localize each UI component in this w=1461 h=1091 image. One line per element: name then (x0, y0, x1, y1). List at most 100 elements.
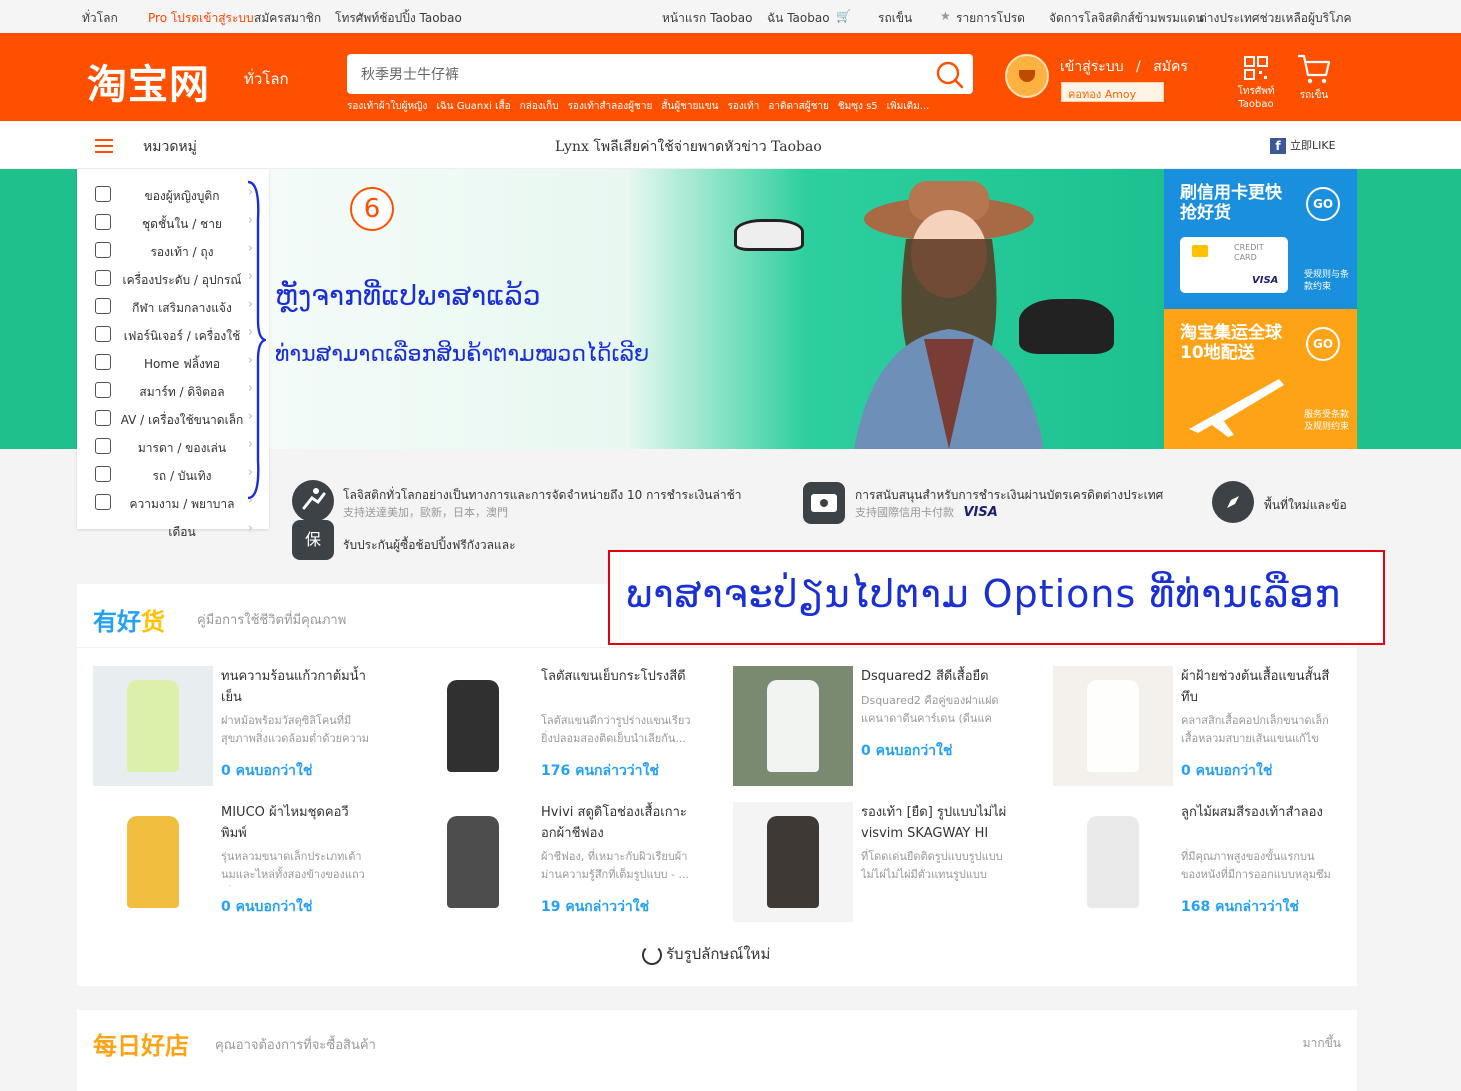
goods-item-title[interactable]: MIUCO ผ้าไหมชุดคอวีพิมพ์ (221, 802, 371, 844)
visa-logo: VISA (1252, 275, 1279, 286)
goods-item[interactable]: Dsquared2 สีดีเสื้อยืด Dsquared2 คือคู่ขอ… (717, 666, 1017, 796)
taobao-shipping-promo[interactable]: 淘宝集运全球10地配送 GO 服务受条款及规则约束 (1164, 309, 1357, 449)
goods-item-title[interactable]: Hvivi สดูดิโอช่องเสื้อเกาะอกผ้าชีฟอง (541, 802, 691, 844)
sidebar-category-label: กีฬา เสริมกลางแจ้ง (132, 301, 232, 315)
sidebar-category-item[interactable]: สมาร์ท / ดิจิตอล › (77, 377, 269, 405)
sidebar-category-item[interactable]: เครื่องประดับ / อุปกรณ์ › (77, 265, 269, 293)
mobile-taobao-link[interactable]: โทรศัพท์ช้อปปิ้ง Taobao (335, 9, 462, 28)
cart-button[interactable]: รถเข็น (1292, 53, 1336, 103)
hot-keyword-link[interactable]: เฉิน Guanxi เสื้อ (436, 101, 510, 112)
taobao-logo[interactable]: 淘宝网 (87, 52, 210, 110)
hot-keyword-link[interactable]: รองเท้า (728, 101, 760, 112)
goods-item-title[interactable]: ผ้าฝ้ายช่วงต้นเสื้อแขนสั้นสีทึบ (1181, 666, 1331, 708)
hot-keyword-link[interactable]: สั้นผู้ชายแขน (661, 101, 718, 112)
goods-item[interactable]: ลูกไม้ผสมสีรองเท้าสำลอง ที่มีคุณภาพสูงของ… (1037, 802, 1337, 932)
qrcode-icon (1244, 56, 1268, 80)
search-box (347, 54, 973, 94)
facebook-like-label: 立即LIKE (1290, 139, 1336, 152)
goods-item-image[interactable] (733, 802, 853, 922)
goods-item-image[interactable] (93, 802, 213, 922)
credit-card-promo[interactable]: 刷信用卡更快抢好货 GO CREDIT CARD VISA 受规则与条款约束 (1164, 169, 1357, 309)
pro-login-link[interactable]: Pro โปรดเข้าสู่ระบบ (148, 9, 254, 28)
main-banner[interactable]: 6 ຫຼັງຈາກທີ່ແປພາສາແລ້ວ ທ່ານສາມາດເລືອກສິນ… (269, 169, 1164, 449)
sidebar-category-item[interactable]: ความงาม / พยาบาล › (77, 489, 269, 517)
star-icon: ★ (940, 9, 951, 23)
goods-item-title[interactable]: Dsquared2 สีดีเสื้อยืด (861, 666, 1011, 687)
service-credit-sub: 支持國際信用卡付款 VISA (855, 504, 998, 520)
help-link[interactable]: ต่างประเทศช่วยเหลือผู้บริโภค (1199, 9, 1352, 28)
goods-item[interactable]: Hvivi สดูดิโอช่องเสื้อเกาะอกผ้าชีฟอง ผ้าช… (397, 802, 697, 932)
sidebar-category-item[interactable]: รองเท้า / ถุง › (77, 237, 269, 265)
umbrella-icon (95, 354, 111, 370)
goods-item-image[interactable] (413, 666, 533, 786)
service-logistics-title[interactable]: โลจิสติกทั่วโลกอย่างเป็นทางการและการจัดจ… (343, 486, 741, 505)
cart-link[interactable]: รถเข็น (878, 9, 912, 28)
sidebar-category-label: ความงาม / พยาบาล (129, 497, 235, 511)
goods-item[interactable]: MIUCO ผ้าไหมชุดคอวีพิมพ์ รุ่นหลวมขนาดเล็ก… (77, 802, 377, 932)
avatar[interactable] (1005, 54, 1049, 98)
goods-item[interactable]: ทนความร้อนแก้วกาต้มน้ำเย็น ฝาหม้อพร้อมวัส… (77, 666, 377, 796)
amoy-badge[interactable]: คอทอง Amoy (1061, 82, 1164, 102)
goods-item-title[interactable]: ลูกไม้ผสมสีรองเท้าสำลอง (1181, 802, 1331, 823)
daily-shop-more-link[interactable]: มากขึ้น (1303, 1034, 1341, 1053)
goods-item[interactable]: ผ้าฝ้ายช่วงต้นเสื้อแขนสั้นสีทึบคลาสสิกเส… (1037, 666, 1337, 796)
search-input[interactable] (361, 54, 921, 94)
sidebar-category-item[interactable]: มารดา / ของเล่น › (77, 433, 269, 461)
sidebar-category-item[interactable]: ชุดชั้นใน / ชาย › (77, 209, 269, 237)
hot-keyword-link[interactable]: รองเท้าผ้าใบผู้หญิง (347, 101, 427, 112)
sidebar-category-item[interactable]: ของผู้หญิงบูติก › (77, 181, 269, 209)
menu-icon[interactable] (95, 139, 113, 153)
sidebar-category-item[interactable]: กีฬา เสริมกลางแจ้ง › (77, 293, 269, 321)
mobile-taobao-button[interactable]: โทรศัพท์ Taobao (1228, 55, 1284, 110)
taobao-home-link[interactable]: หน้าแรก Taobao (662, 9, 752, 28)
goods-item-description: คลาสสิกเสื้อคอปกเล็กขนาดเล็กเสื้อหลวมสบา… (1181, 714, 1329, 745)
goods-item-image[interactable] (93, 666, 213, 786)
goods-item-image[interactable] (1053, 666, 1173, 786)
sidebar-category-label: รถ / บันเทิง (152, 469, 212, 483)
goods-item-image[interactable] (733, 666, 853, 786)
goods-item-title[interactable]: โลตัสแขนเย็บกระโปรงสีดี (541, 666, 691, 687)
goods-item-image[interactable] (1053, 802, 1173, 922)
logistics-link[interactable]: จัดการโลจิสติกส์ข้ามพรมแดน (1049, 9, 1204, 28)
search-icon[interactable] (935, 60, 965, 90)
hot-keyword-link[interactable]: เพิ่มเติม... (887, 101, 930, 112)
service-credit-title[interactable]: การสนับสนุนสำหรับการชำระเงินผ่านบัตรเครด… (855, 486, 1163, 505)
sidebar-category-item[interactable]: รถ / บันเทิง › (77, 461, 269, 489)
toy-icon (95, 438, 111, 454)
my-taobao-link[interactable]: ฉัน Taobao (767, 9, 830, 28)
goods-item[interactable]: รองเท้า [ยืด] รูปแบบไม่ไผ่ visvim SKAGWA… (717, 802, 1017, 932)
refresh-button[interactable]: รับรูปลักษณ์ใหม่ (642, 942, 770, 966)
sidebar-category-item[interactable]: AV / เครื่องใช้ขนาดเล็ก › (77, 405, 269, 433)
favorites-link[interactable]: รายการโปรด (956, 9, 1025, 28)
model-image (854, 181, 1044, 449)
hot-keyword-link[interactable]: กล่องเก็บ (520, 101, 559, 112)
sidebar-category-label: AV / เครื่องใช้ขนาดเล็ก (120, 413, 244, 427)
logistics-runner-icon (292, 480, 334, 522)
goods-item-title[interactable]: ทนความร้อนแก้วกาต้มน้ำเย็น (221, 666, 371, 708)
signup-link[interactable]: สมัคร (1153, 59, 1188, 75)
global-site-link[interactable]: ทั่วโลก (82, 9, 118, 28)
service-new-area-title[interactable]: พื้นที่ใหม่และข้อ (1264, 496, 1347, 515)
sidebar-category-label: สมาร์ท / ดิจิตอล (139, 385, 225, 399)
login-link[interactable]: เข้าสู่ระบบ (1060, 59, 1124, 75)
goods-item-image[interactable] (413, 802, 533, 922)
hot-keyword-link[interactable]: อาดิดาสผู้ชาย (768, 101, 828, 112)
facebook-icon: f (1270, 138, 1286, 154)
hot-keyword-link[interactable]: รองเท้าสำลองผู้ชาย (568, 101, 653, 112)
sidebar-category-item[interactable]: เฟอร์นิเจอร์ / เครื่องใช้ › (77, 321, 269, 349)
sidebar-category-item[interactable]: Home ฟลิ้งทอ › (77, 349, 269, 377)
hot-keyword-link[interactable]: ชิมซุง s5 (838, 101, 878, 112)
promo-go-button[interactable]: GO (1306, 187, 1340, 221)
register-link[interactable]: สมัครสมาชิก (254, 9, 321, 28)
service-credit-sub-text: 支持國際信用卡付款 (855, 506, 954, 519)
facebook-like-button[interactable]: f 立即LIKE (1270, 137, 1336, 154)
service-buyer-protection-title[interactable]: รับประกันผู้ซื้อช้อปปิ้งฟรีกังวลและ (343, 536, 516, 555)
goods-item[interactable]: โลตัสแขนเย็บกระโปรงสีดี โลตัสแขนดีกว่ารูป… (397, 666, 697, 796)
sidebar-category-item[interactable]: เดือน › (77, 517, 269, 545)
shipping-promo-title: 淘宝集运全球10地配送 (1180, 323, 1282, 363)
promo-go-button-2[interactable]: GO (1306, 327, 1340, 361)
news-headline[interactable]: Lynx โพลีเสียค่าใช้จ่ายพาดหัวข่าว Taobao (555, 136, 822, 158)
goods-item-title[interactable]: รองเท้า [ยืด] รูปแบบไม่ไผ่ visvim SKAGWA… (861, 802, 1011, 846)
mobile-icon-label: โทรศัพท์ (1237, 86, 1275, 97)
category-label[interactable]: หมวดหมู่ (143, 136, 197, 158)
